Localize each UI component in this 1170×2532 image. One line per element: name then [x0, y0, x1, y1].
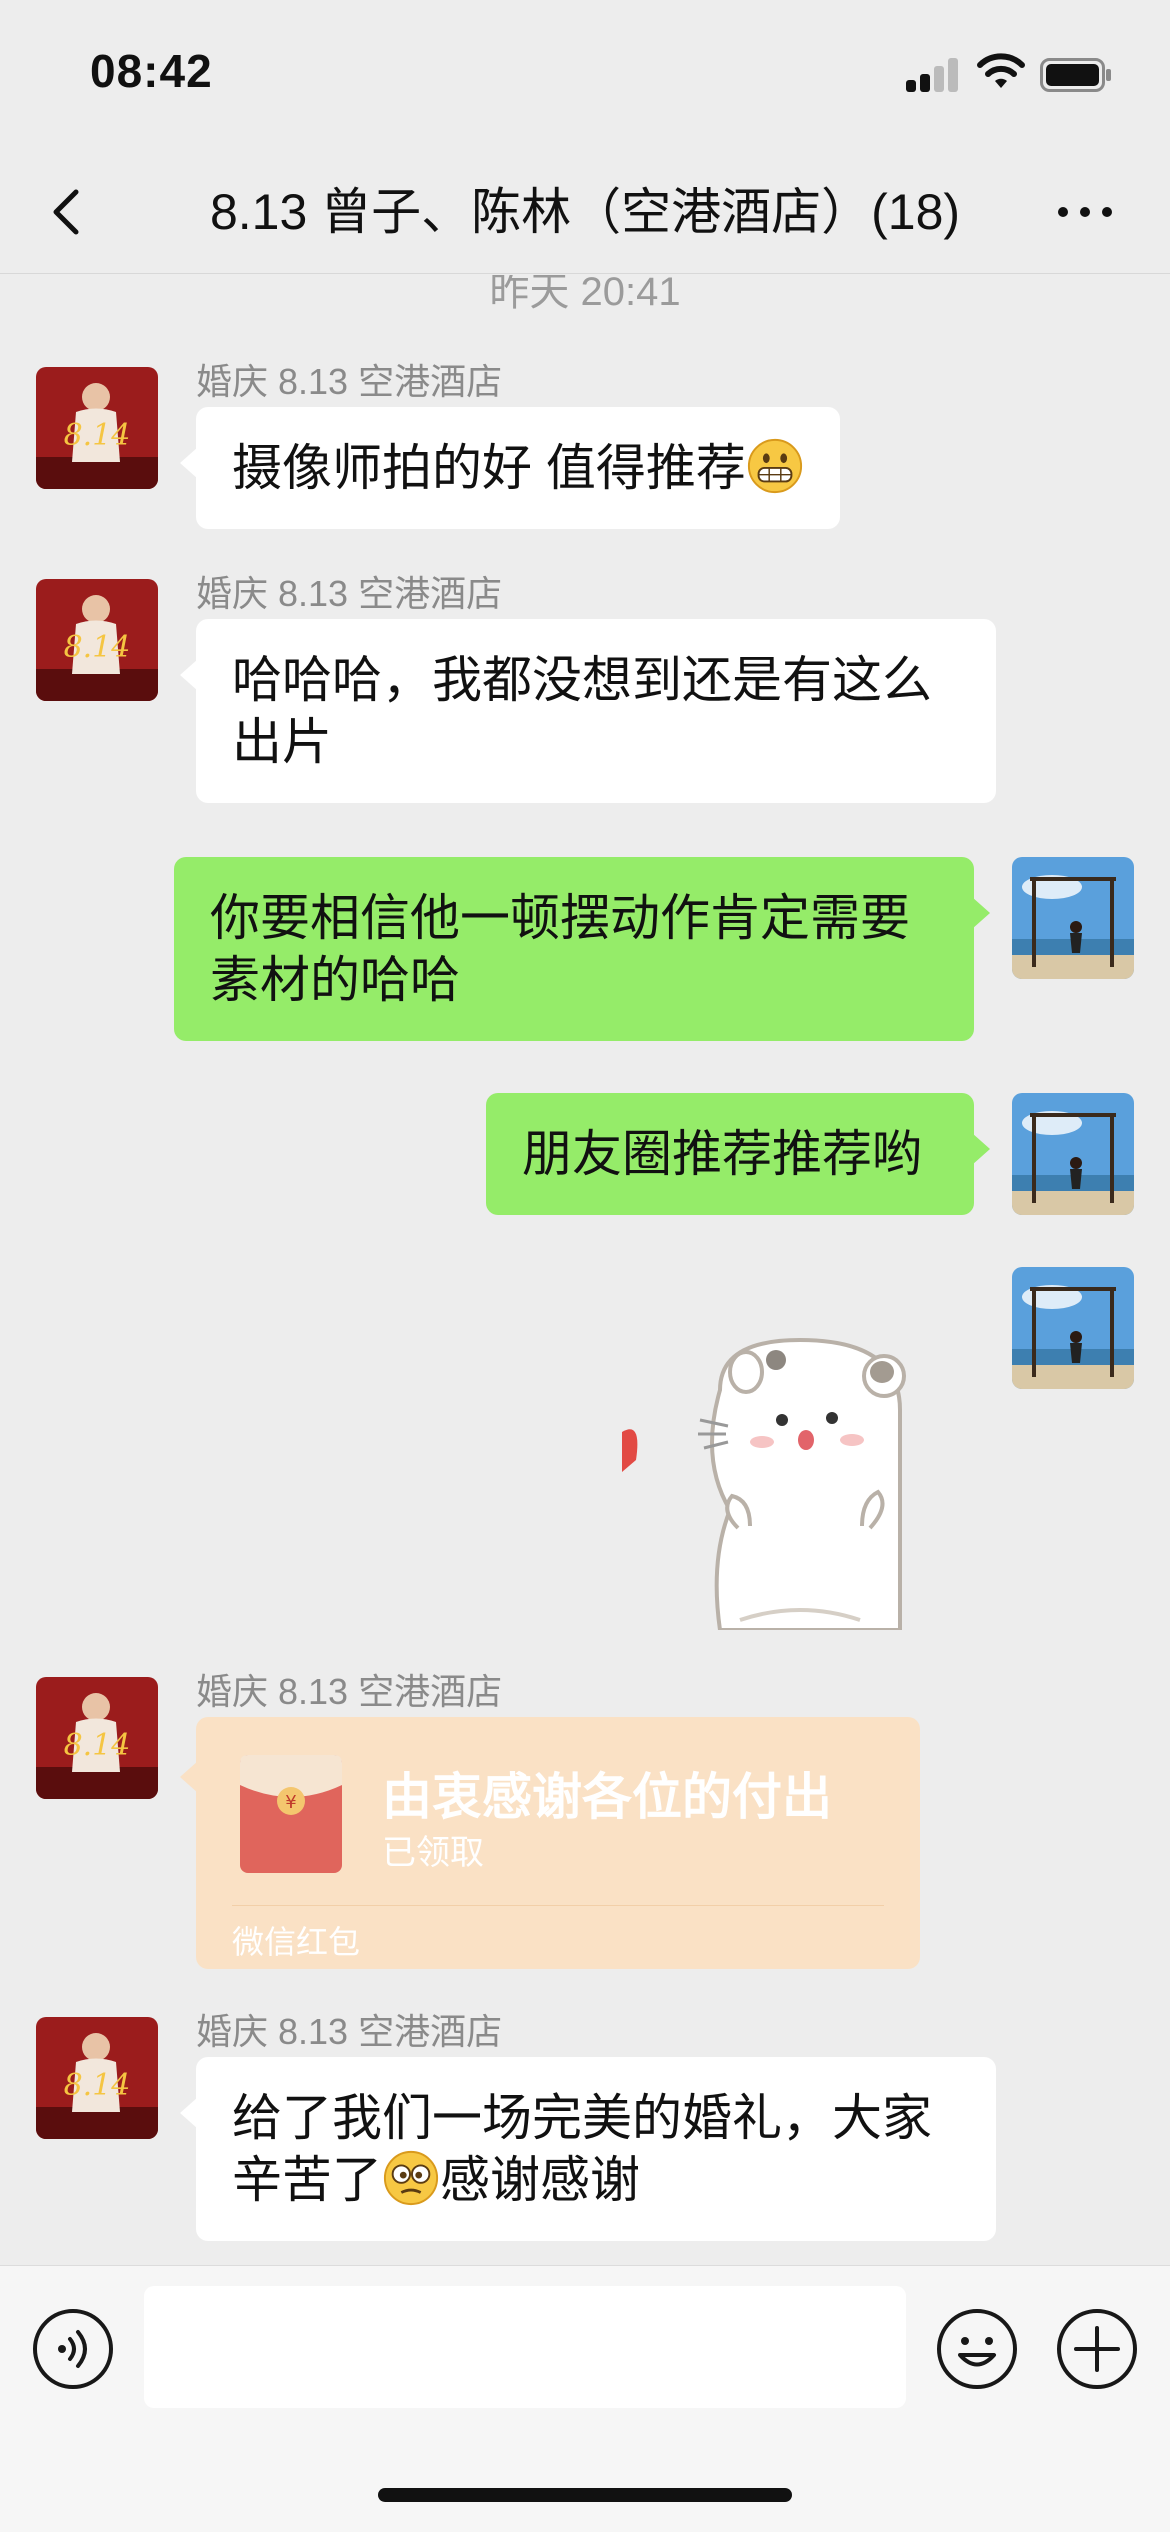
message-input[interactable]: [144, 2286, 906, 2408]
message-text: 出片: [232, 714, 332, 770]
status-bar: 08:42: [0, 0, 1170, 150]
red-packet-title: 由衷感谢各位的付出: [382, 1769, 832, 1825]
svg-text:8.14: 8.14: [64, 2068, 131, 2103]
message-text: 朋友圈推荐推荐哟: [522, 1126, 922, 1182]
my-avatar[interactable]: [1012, 1267, 1134, 1389]
sender-name: 婚庆 8.13 空港酒店: [196, 573, 503, 614]
red-packet-status: 已领取: [382, 1834, 484, 1872]
emoji-icon[interactable]: [936, 2308, 1018, 2390]
my-avatar[interactable]: [1012, 857, 1134, 979]
message-text: 给了我们一场完美的婚礼，大家: [232, 2090, 932, 2146]
red-packet-divider: [232, 1905, 884, 1906]
red-packet-label: 微信红包: [232, 1924, 361, 1960]
more-options-icon[interactable]: [1050, 180, 1120, 244]
back-chevron-icon[interactable]: [40, 180, 96, 244]
message-bubble[interactable]: 给了我们一场完美的婚礼，大家 辛苦了 感谢感谢: [180, 2057, 996, 2241]
message-text: 辛苦了: [232, 2152, 382, 2208]
message-text: 你要相信他一顿摆动作肯定需要: [210, 890, 910, 946]
battery-icon: [1040, 58, 1111, 92]
message-text: 素材的哈哈: [210, 952, 460, 1008]
chat-header: 8.13 曾子、陈林（空港酒店）(18): [0, 150, 1170, 274]
cellular-signal-icon: [906, 58, 958, 92]
sender-avatar[interactable]: 8.14: [36, 2017, 158, 2139]
status-time: 08:42: [90, 45, 213, 97]
message-bubble[interactable]: 哈哈哈，我都没想到还是有这么 出片: [180, 619, 996, 803]
grinning-face-emoji: [747, 438, 802, 494]
svg-text:8.14: 8.14: [64, 630, 131, 665]
message-bubble[interactable]: 你要相信他一顿摆动作肯定需要 素材的哈哈: [174, 857, 990, 1041]
sender-name: 婚庆 8.13 空港酒店: [196, 2011, 503, 2052]
sender-avatar[interactable]: 8.14: [36, 1677, 158, 1799]
hamster-sticker[interactable]: [600, 1300, 980, 1630]
red-packet-card[interactable]: ¥ 由衷感谢各位的付出 已领取 微信红包: [180, 1717, 920, 1969]
svg-text:8.14: 8.14: [64, 1728, 131, 1763]
message-text: 摄像师拍的好 值得推荐: [232, 440, 746, 496]
plus-icon[interactable]: [1056, 2308, 1138, 2390]
message-bubble[interactable]: 摄像师拍的好 值得推荐: [180, 407, 840, 529]
sender-name: 婚庆 8.13 空港酒店: [196, 361, 503, 402]
message-bubble[interactable]: 朋友圈推荐推荐哟: [486, 1093, 990, 1215]
chat-title: 8.13 曾子、陈林（空港酒店）(18): [209, 184, 961, 240]
sender-avatar[interactable]: 8.14: [36, 579, 158, 701]
voice-input-icon[interactable]: [32, 2308, 114, 2390]
wifi-icon: [977, 53, 1025, 88]
svg-text:¥: ¥: [285, 1792, 296, 1813]
red-envelope-icon: ¥: [240, 1755, 342, 1873]
svg-text:8.14: 8.14: [64, 418, 131, 453]
my-avatar[interactable]: [1012, 1093, 1134, 1215]
grimace-face-emoji: [383, 2150, 439, 2206]
message-text: 哈哈哈，我都没想到还是有这么: [232, 652, 932, 708]
message-timestamp: 昨天 20:41: [489, 275, 681, 314]
message-list[interactable]: 昨天 20:41 8.14 婚庆 8.13 空港酒店 摄像师拍的好 值得推荐 8…: [0, 275, 1170, 2265]
home-indicator[interactable]: [378, 2488, 792, 2502]
sender-avatar[interactable]: 8.14: [36, 367, 158, 489]
sender-name: 婚庆 8.13 空港酒店: [196, 1671, 503, 1712]
message-text: 感谢感谢: [440, 2152, 640, 2208]
